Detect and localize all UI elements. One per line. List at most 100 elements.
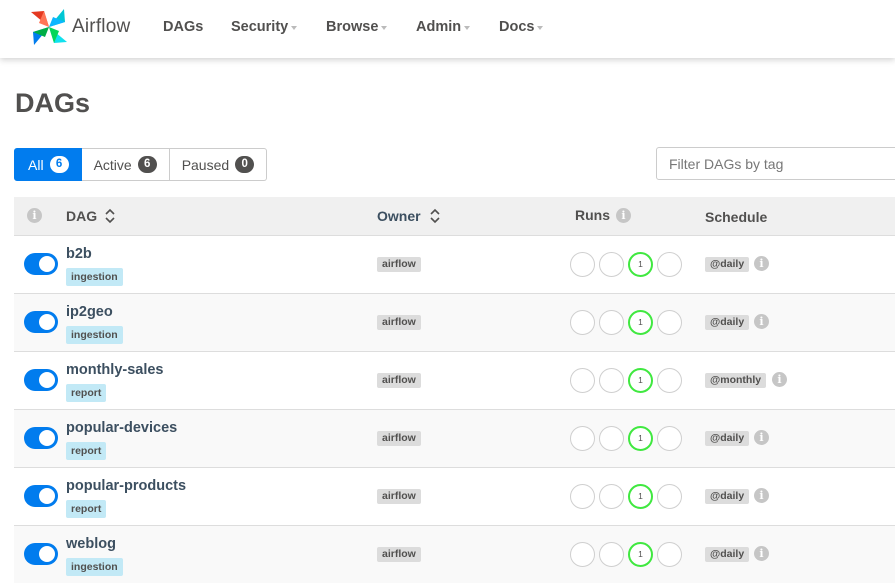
schedule-badge[interactable]: @daily — [705, 489, 750, 504]
nav-dags[interactable]: DAGs — [163, 19, 203, 35]
filter-active-label: Active — [93, 156, 132, 173]
header-runs: Runs — [575, 207, 610, 223]
run-state-circle[interactable] — [599, 252, 624, 277]
toggle-knob — [39, 546, 55, 562]
header-schedule: Schedule — [705, 209, 768, 225]
schedule-badge[interactable]: @daily — [705, 431, 750, 446]
nav-admin[interactable]: Admin — [416, 19, 471, 35]
run-state-circle[interactable] — [657, 252, 682, 277]
navbar: Airflow DAGs Security Browse Admin Docs — [0, 0, 895, 58]
status-filter-group: All 6 Active 6 Paused 0 — [14, 148, 268, 181]
run-state-success-circle[interactable]: 1 — [628, 426, 653, 451]
toggle-knob — [39, 488, 55, 504]
run-state-success-circle[interactable]: 1 — [628, 310, 653, 335]
owner-badge[interactable]: airflow — [377, 431, 421, 446]
run-state-circle[interactable] — [570, 542, 595, 567]
header-dag[interactable]: DAG — [66, 208, 97, 224]
dag-tag[interactable]: ingestion — [66, 558, 123, 576]
header-owner[interactable]: Owner — [377, 208, 421, 224]
run-state-circle[interactable] — [570, 426, 595, 451]
filter-all-button[interactable]: All 6 — [14, 148, 82, 181]
filter-paused-button[interactable]: Paused 0 — [169, 148, 268, 181]
nav-security-label: Security — [231, 19, 289, 35]
brand-name: Airflow — [72, 16, 131, 37]
toggle-knob — [39, 372, 55, 388]
tag-filter-input[interactable] — [656, 147, 895, 180]
nav-browse-label: Browse — [326, 19, 379, 35]
run-state-success-circle[interactable]: 1 — [628, 368, 653, 393]
schedule-badge[interactable]: @monthly — [705, 373, 767, 388]
dag-tag[interactable]: ingestion — [66, 326, 123, 344]
info-icon[interactable]: i — [754, 546, 769, 561]
nav-admin-label: Admin — [416, 19, 462, 35]
filter-active-button[interactable]: Active 6 — [81, 148, 170, 181]
table-row: monthly-sales report airflow 1 @monthly … — [14, 351, 895, 409]
dag-tag[interactable]: report — [66, 442, 107, 460]
schedule-badge[interactable]: @daily — [705, 257, 750, 272]
nav-security[interactable]: Security — [231, 19, 298, 35]
owner-badge[interactable]: airflow — [377, 315, 421, 330]
sort-icon[interactable] — [105, 208, 115, 224]
dag-link[interactable]: popular-devices — [66, 420, 177, 436]
run-state-circle[interactable] — [657, 426, 682, 451]
caret-down-icon — [464, 26, 471, 30]
run-state-success-circle[interactable]: 1 — [628, 484, 653, 509]
dag-tag[interactable]: report — [66, 500, 107, 518]
dag-tag[interactable]: report — [66, 384, 107, 402]
info-icon[interactable]: i — [754, 256, 769, 271]
sort-icon[interactable] — [430, 208, 440, 224]
run-state-circle[interactable] — [599, 542, 624, 567]
run-state-circle[interactable] — [599, 484, 624, 509]
dag-link[interactable]: weblog — [66, 536, 116, 552]
schedule-badge[interactable]: @daily — [705, 315, 750, 330]
filter-active-count: 6 — [137, 156, 157, 173]
table-row: weblog ingestion airflow 1 @daily i — [14, 525, 895, 583]
nav-docs[interactable]: Docs — [499, 19, 544, 35]
brand[interactable]: Airflow — [30, 8, 130, 46]
dag-link[interactable]: ip2geo — [66, 304, 113, 320]
dag-pause-toggle[interactable] — [24, 311, 58, 333]
info-icon[interactable]: i — [754, 314, 769, 329]
schedule-badge[interactable]: @daily — [705, 547, 750, 562]
nav-browse[interactable]: Browse — [326, 19, 388, 35]
dag-pause-toggle[interactable] — [24, 543, 58, 565]
info-icon[interactable]: i — [27, 208, 42, 223]
dag-link[interactable]: popular-products — [66, 478, 186, 494]
info-icon[interactable]: i — [754, 430, 769, 445]
dag-table: i DAG Owner Runs i Schedule b2b ingestio… — [14, 197, 895, 583]
dag-link[interactable]: b2b — [66, 246, 92, 262]
info-icon[interactable]: i — [772, 372, 787, 387]
dag-pause-toggle[interactable] — [24, 485, 58, 507]
run-state-circle[interactable] — [570, 484, 595, 509]
run-state-circle[interactable] — [599, 368, 624, 393]
dag-pause-toggle[interactable] — [24, 369, 58, 391]
run-state-circle[interactable] — [657, 484, 682, 509]
run-state-circle[interactable] — [570, 252, 595, 277]
run-state-circle[interactable] — [657, 368, 682, 393]
run-state-circle[interactable] — [657, 310, 682, 335]
run-state-circle[interactable] — [657, 542, 682, 567]
dag-link[interactable]: monthly-sales — [66, 362, 164, 378]
dag-pause-toggle[interactable] — [24, 427, 58, 449]
toggle-knob — [39, 314, 55, 330]
info-icon[interactable]: i — [754, 488, 769, 503]
filter-paused-label: Paused — [181, 156, 230, 173]
run-state-circle[interactable] — [599, 310, 624, 335]
table-row: popular-products report airflow 1 @daily… — [14, 467, 895, 525]
run-state-success-circle[interactable]: 1 — [628, 542, 653, 567]
run-state-circle[interactable] — [599, 426, 624, 451]
dag-tag[interactable]: ingestion — [66, 268, 123, 286]
run-state-success-circle[interactable]: 1 — [628, 252, 653, 277]
dag-pause-toggle[interactable] — [24, 253, 58, 275]
owner-badge[interactable]: airflow — [377, 257, 421, 272]
caret-down-icon — [537, 26, 544, 30]
owner-badge[interactable]: airflow — [377, 547, 421, 562]
owner-badge[interactable]: airflow — [377, 373, 421, 388]
run-state-circle[interactable] — [570, 310, 595, 335]
caret-down-icon — [291, 26, 298, 30]
airflow-logo-icon — [31, 9, 67, 45]
filter-all-count: 6 — [49, 156, 69, 173]
info-icon[interactable]: i — [616, 208, 631, 223]
run-state-circle[interactable] — [570, 368, 595, 393]
owner-badge[interactable]: airflow — [377, 489, 421, 504]
